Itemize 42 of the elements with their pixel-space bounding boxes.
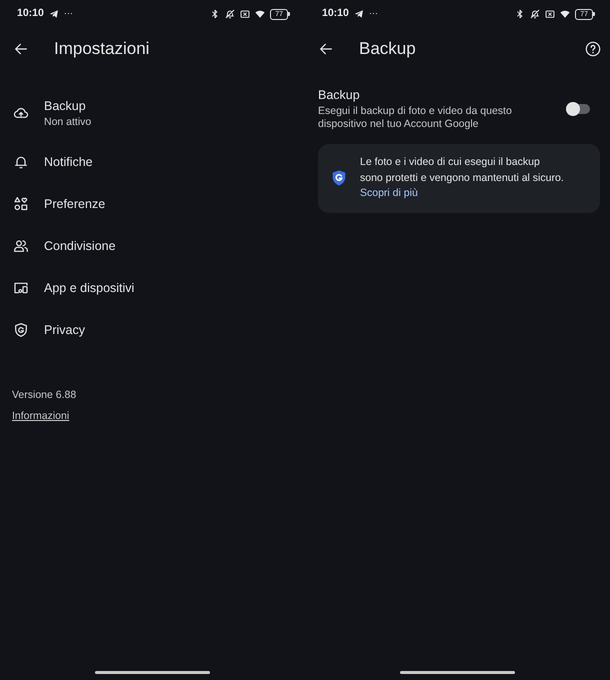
settings-item[interactable]: Preferenze	[0, 183, 305, 225]
wifi-icon	[560, 9, 570, 19]
crossed-sim-icon	[545, 9, 556, 19]
status-time: 10:10	[17, 6, 44, 22]
screen-title: Backup	[359, 38, 416, 60]
back-arrow-icon	[13, 41, 29, 57]
settings-item[interactable]: Condivisione	[0, 225, 305, 267]
screen-title: Impostazioni	[54, 38, 150, 60]
wifi-icon	[255, 9, 266, 19]
back-button[interactable]	[13, 41, 29, 57]
bluetooth-icon	[210, 9, 220, 19]
bell-icon	[13, 154, 29, 170]
muted-bell-icon	[530, 9, 540, 19]
notification-dots: ···	[368, 7, 378, 20]
help-button[interactable]	[585, 41, 601, 57]
paper-plane-icon	[354, 9, 364, 19]
status-time: 10:10	[322, 6, 349, 22]
setting-title: Backup	[318, 87, 361, 103]
about-link[interactable]: Informazioni	[12, 408, 70, 424]
setting-description: Esegui il backup di foto e video da questo dispositivo nel tuo Account Google	[318, 105, 513, 131]
settings-item[interactable]: App e dispositivi	[0, 267, 305, 309]
paper-plane-icon	[48, 9, 59, 19]
muted-bell-icon	[225, 9, 236, 19]
version-text: Versione 6.88	[12, 388, 78, 403]
info-text: Le foto e i video di cui esegui il backup sono protetti e vengono mantenuti al sicuro.	[360, 155, 565, 186]
backup-toggle[interactable]	[566, 102, 592, 116]
notification-dots: ···	[64, 7, 73, 20]
shapes-icon	[13, 196, 29, 212]
help-icon	[585, 41, 601, 57]
settings-item[interactable]: Backup Non attivo	[0, 85, 305, 141]
settings-item[interactable]: Privacy	[0, 309, 305, 351]
people-icon	[13, 238, 29, 254]
bluetooth-icon	[515, 9, 526, 19]
crossed-sim-icon	[240, 9, 250, 19]
back-arrow-icon	[318, 41, 334, 57]
shield-icon	[332, 170, 346, 186]
shield-icon	[13, 322, 29, 338]
cloud-upload-icon	[13, 105, 29, 121]
back-button[interactable]	[318, 41, 334, 57]
learn-more-link[interactable]: Scopri di più	[360, 186, 418, 202]
settings-item[interactable]: Notifiche	[0, 141, 305, 183]
devices-icon	[13, 280, 29, 296]
